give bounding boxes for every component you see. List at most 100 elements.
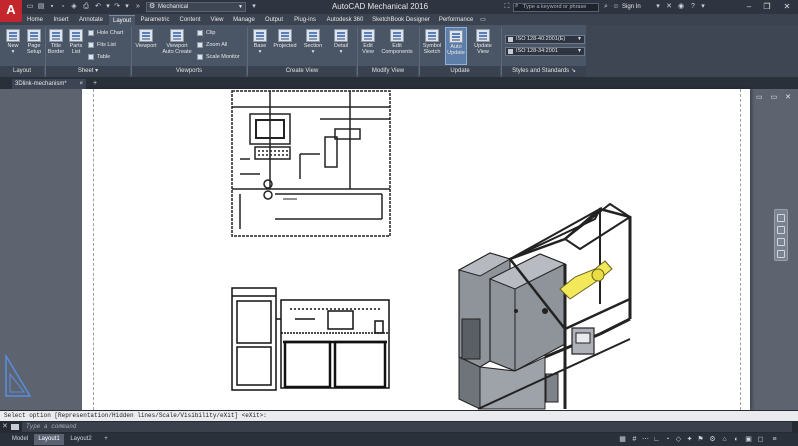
redo-icon[interactable]: ↷	[113, 3, 121, 11]
showmotion-icon[interactable]	[777, 250, 785, 258]
orbit-icon[interactable]	[777, 238, 785, 246]
create-view-panel-title[interactable]: Create View	[248, 66, 356, 77]
new-layout-button[interactable]: New ▾	[3, 29, 23, 55]
edit-view-button[interactable]: Edit View	[359, 29, 377, 55]
update-panel-title[interactable]: Update	[420, 66, 500, 77]
lock-ui-icon[interactable]: ⌂	[720, 435, 729, 444]
projected-view-button[interactable]: Projected	[271, 29, 299, 49]
command-icon[interactable]	[11, 424, 19, 430]
undo-dropdown-icon[interactable]: ▾	[104, 3, 112, 11]
add-layout-button[interactable]: +	[100, 434, 112, 445]
viewports-panel-title[interactable]: Viewports	[132, 66, 246, 77]
tab-layout2[interactable]: Layout2	[66, 434, 96, 445]
help-icon[interactable]: ?	[689, 3, 697, 11]
stay-connected-icon[interactable]: ◉	[677, 3, 685, 11]
page-setup-button[interactable]: Page Setup	[24, 29, 44, 55]
restore-icon[interactable]: ❐	[760, 0, 774, 13]
table-button[interactable]: Table	[88, 53, 110, 61]
standard-select-1[interactable]: ISO 128-40:2001(E) ▼	[505, 35, 585, 44]
title-border-button[interactable]: Title Border	[46, 29, 66, 55]
standard-select-2[interactable]: ISO 128-34:2001 ▼	[505, 47, 585, 56]
redo-dropdown-icon[interactable]: ▾	[123, 3, 131, 11]
viewport-auto-create-button[interactable]: Viewport Auto Create	[160, 29, 194, 55]
scale-monitor-button[interactable]: Scale Monitor	[197, 53, 240, 61]
help-dropdown-icon[interactable]: ▾	[699, 3, 707, 11]
tab-insert[interactable]: Insert	[50, 15, 72, 25]
tab-layout1[interactable]: Layout1	[34, 434, 64, 445]
open-folder-icon[interactable]: ▤	[37, 3, 45, 11]
viewport-button[interactable]: Viewport	[133, 29, 159, 49]
parts-list-button[interactable]: Parts List	[67, 29, 85, 55]
sign-in-dropdown-icon[interactable]: ▾	[654, 3, 662, 11]
isodraft-icon[interactable]: ✦	[685, 435, 694, 444]
close-icon[interactable]: ✕	[780, 0, 794, 13]
workspace-switch-icon[interactable]: ⚙	[708, 435, 717, 444]
edit-components-button[interactable]: Edit Components	[379, 29, 415, 55]
qat-overflow-icon[interactable]: »	[134, 3, 142, 11]
tab-annotate[interactable]: Annotate	[76, 15, 106, 25]
tab-output[interactable]: Output	[261, 15, 287, 25]
section-view-button[interactable]: Section ▾	[301, 29, 325, 55]
tab-manage[interactable]: Manage	[230, 15, 258, 25]
base-view-button[interactable]: Base ▾	[250, 29, 270, 55]
hole-chart-button[interactable]: Hole Chart	[88, 29, 123, 37]
workspace-select[interactable]: ⚙ Mechanical ▼	[146, 2, 246, 12]
tab-parametric[interactable]: Parametric	[138, 15, 172, 25]
isolate-objects-icon[interactable]: ◐	[732, 435, 741, 444]
snap-icon[interactable]: ⋯	[641, 435, 650, 444]
tab-layout[interactable]: Layout	[109, 15, 135, 25]
zoom-all-button[interactable]: Zoom All	[197, 41, 227, 49]
ortho-icon[interactable]: ∟	[652, 435, 661, 444]
sheet-panel-title[interactable]: Sheet ▾	[46, 66, 130, 77]
polar-icon[interactable]: ◔	[663, 435, 672, 444]
tab-content[interactable]: Content	[175, 15, 205, 25]
ribbon-minimize-icon[interactable]: ▭	[478, 15, 488, 25]
tab-sketchbook-designer[interactable]: SketchBook Designer	[369, 15, 433, 25]
command-input[interactable]: Type a command	[22, 422, 792, 432]
osnap-icon[interactable]: ◇	[674, 435, 683, 444]
customize-qat-icon[interactable]: ▾	[250, 3, 258, 11]
clean-screen-icon[interactable]: ◻	[756, 435, 765, 444]
save-icon[interactable]: ▪	[48, 3, 56, 11]
file-tab-3dlink-mechanism[interactable]: 3Dlink-mechanism* ×	[12, 79, 86, 89]
search-input[interactable]: ⌕ Type a keyword or phrase	[513, 3, 599, 12]
auto-update-button[interactable]: Auto Update	[445, 27, 467, 65]
exchange-apps-icon[interactable]: ✕	[665, 3, 673, 11]
new-tab-button[interactable]: +	[90, 79, 100, 89]
clip-button[interactable]: Clip	[197, 29, 215, 37]
close-icon[interactable]: ×	[79, 79, 83, 89]
close-icon[interactable]: ✕	[2, 422, 10, 432]
viewport-controls[interactable]: ▭ ▭ ✕	[756, 93, 794, 101]
plot-icon[interactable]: ⎙	[82, 3, 90, 11]
annotation-icon[interactable]: ⚑	[696, 435, 705, 444]
web-mobile-icon[interactable]: ◈	[70, 3, 78, 11]
model-space-icon[interactable]: ▦	[618, 435, 627, 444]
search-go-icon[interactable]: ⌕	[602, 3, 610, 11]
fits-list-button[interactable]: Fits List	[88, 41, 116, 49]
update-view-button[interactable]: Update View	[470, 29, 496, 55]
tab-home[interactable]: Home	[24, 15, 46, 25]
zoom-icon[interactable]	[777, 226, 785, 234]
modify-view-panel-title[interactable]: Modify View	[358, 66, 418, 77]
tab-model[interactable]: Model	[8, 434, 32, 445]
tab-view[interactable]: View	[207, 15, 227, 25]
application-menu-button[interactable]: A	[0, 0, 22, 22]
user-icon[interactable]: ☺	[612, 3, 620, 11]
info-binoculars-icon[interactable]: ⛶	[503, 3, 511, 11]
tab-performance[interactable]: Performance	[436, 15, 476, 25]
navigation-bar[interactable]	[774, 209, 788, 261]
detail-view-button[interactable]: Detail ▾	[331, 29, 351, 55]
new-file-icon[interactable]: ▭	[26, 3, 34, 11]
minimize-icon[interactable]: –	[742, 0, 756, 13]
grid-icon[interactable]: #	[630, 435, 639, 444]
symbol-sketch-button[interactable]: Symbol Sketch	[421, 29, 443, 55]
layout-panel-title[interactable]: Layout	[0, 66, 44, 77]
tab-autodesk-360[interactable]: Autodesk 360	[323, 15, 367, 25]
customize-status-icon[interactable]: ≡	[770, 435, 779, 444]
tab-plug-ins[interactable]: Plug-ins	[290, 15, 320, 25]
save-as-icon[interactable]: ▫	[59, 3, 67, 11]
undo-icon[interactable]: ↶	[94, 3, 102, 11]
hardware-acceleration-icon[interactable]: ▣	[744, 435, 753, 444]
styles-panel-title[interactable]: Styles and Standards ↘	[502, 66, 586, 77]
drawing-area[interactable]: ▭ ▭ ✕	[0, 89, 798, 410]
